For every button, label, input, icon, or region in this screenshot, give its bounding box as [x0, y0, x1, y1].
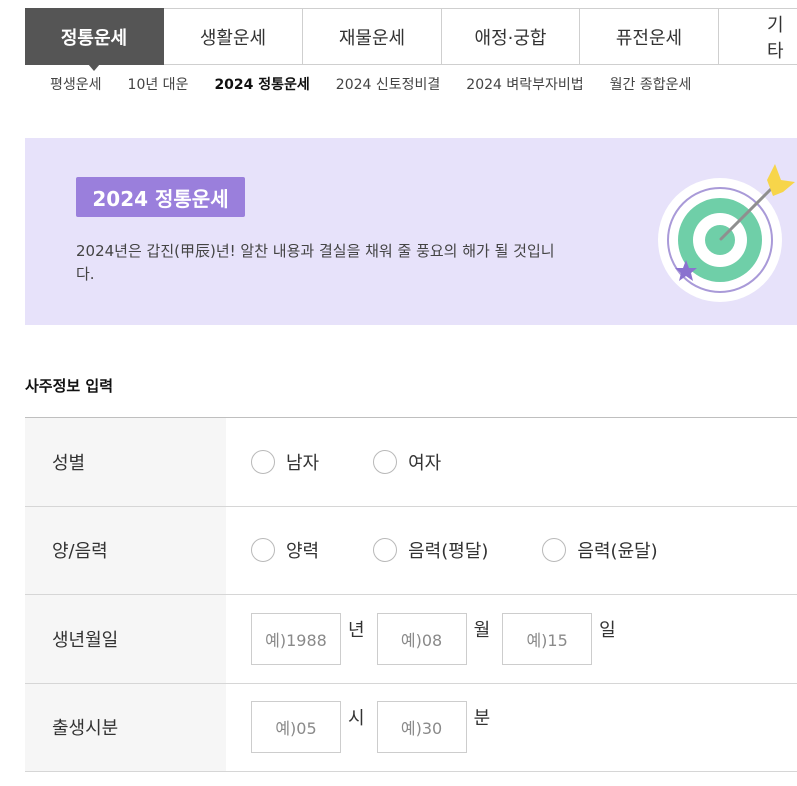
tab-etc[interactable]: 기타 [719, 8, 797, 65]
gender-row: 성별 남자 여자 [25, 418, 797, 507]
radio-lunar-normal[interactable]: 음력(평달) [373, 537, 488, 563]
radio-female-label: 여자 [408, 452, 442, 474]
service-banner: 2024 정통운세 2024년은 갑진(甲辰)년! 알찬 내용과 결실을 채워 … [25, 138, 797, 325]
birthdate-label: 생년월일 [25, 595, 226, 683]
radio-circle-icon[interactable] [373, 449, 398, 474]
birth-minute-input[interactable]: 예)30 [376, 701, 467, 754]
radio-solar-label: 양력 [286, 541, 320, 563]
tab-jeongtong-unse[interactable]: 정통운세 [25, 8, 164, 71]
birth-hour-input[interactable]: 예)05 [251, 701, 341, 754]
radio-lunar-normal-label: 음력(평달) [408, 541, 489, 563]
minute-unit: 분 [473, 708, 491, 730]
birth-year-input[interactable]: 예)1988 [251, 612, 341, 665]
radio-circle-icon[interactable] [251, 449, 275, 474]
radio-male-label: 남자 [286, 452, 320, 474]
birthdate-row: 생년월일 예)1988 년 예)08 월 예)15 일 [25, 595, 797, 684]
subtab-10year-daeun[interactable]: 10년 대운 [128, 74, 189, 94]
radio-circle-icon[interactable] [373, 538, 398, 563]
birth-month-input[interactable]: 예)08 [376, 612, 467, 665]
birthtime-label: 출생시분 [25, 683, 226, 771]
saju-input-form: 성별 남자 여자 양/음력 양력 음력(평달) 음력(윤달) 생년월일 예)19… [25, 417, 797, 772]
tab-saenghwal-unse[interactable]: 생활운세 [164, 8, 303, 65]
gender-label: 성별 [25, 418, 226, 506]
subtab-monthly-unse[interactable]: 월간 종합운세 [610, 74, 692, 94]
section-title-saju-input: 사주정보 입력 [25, 377, 114, 395]
subtab-lifetime-unse[interactable]: 평생운세 [50, 74, 102, 94]
target-arrow-icon [658, 164, 795, 302]
radio-lunar-leap-label: 음력(윤달) [577, 541, 658, 563]
radio-female[interactable]: 여자 [373, 449, 441, 475]
birthtime-row: 출생시분 예)05 시 예)30 분 [25, 683, 797, 772]
subtab-2024-byeorakbuja[interactable]: 2024 벼락부자비법 [466, 74, 583, 94]
banner-title-badge: 2024 정통운세 [76, 177, 245, 217]
tab-jaemul-unse[interactable]: 재물운세 [303, 8, 442, 65]
tab-aejeong-gunghap[interactable]: 애정·궁합 [442, 8, 580, 65]
tab-fusion-unse[interactable]: 퓨전운세 [580, 8, 719, 65]
radio-circle-icon[interactable] [251, 538, 275, 563]
month-unit: 월 [473, 619, 491, 641]
day-unit: 일 [599, 619, 616, 641]
hour-unit: 시 [348, 708, 365, 730]
year-unit: 년 [348, 619, 365, 641]
banner-description: 2024년은 갑진(甲辰)년! 알찬 내용과 결실을 채워 줄 풍요의 해가 될… [76, 242, 555, 283]
radio-male[interactable]: 남자 [251, 449, 319, 475]
birth-day-input[interactable]: 예)15 [502, 612, 593, 665]
subtab-2024-jeongtong-unse[interactable]: 2024 정통운세 [214, 74, 309, 94]
main-category-tabs: 정통운세 생활운세 재물운세 애정·궁합 퓨전운세 기타 [25, 8, 797, 71]
radio-solar[interactable]: 양력 [251, 537, 319, 563]
subtab-2024-sintojeongbigyeol[interactable]: 2024 신토정비결 [336, 74, 440, 94]
sub-category-tabs: 평생운세 10년 대운 2024 정통운세 2024 신토정비결 2024 벼락… [50, 74, 691, 94]
radio-lunar-leap[interactable]: 음력(윤달) [542, 537, 658, 563]
radio-circle-icon[interactable] [542, 538, 567, 563]
calendar-type-label: 양/음력 [25, 506, 226, 594]
calendar-type-row: 양/음력 양력 음력(평달) 음력(윤달) [25, 506, 797, 595]
